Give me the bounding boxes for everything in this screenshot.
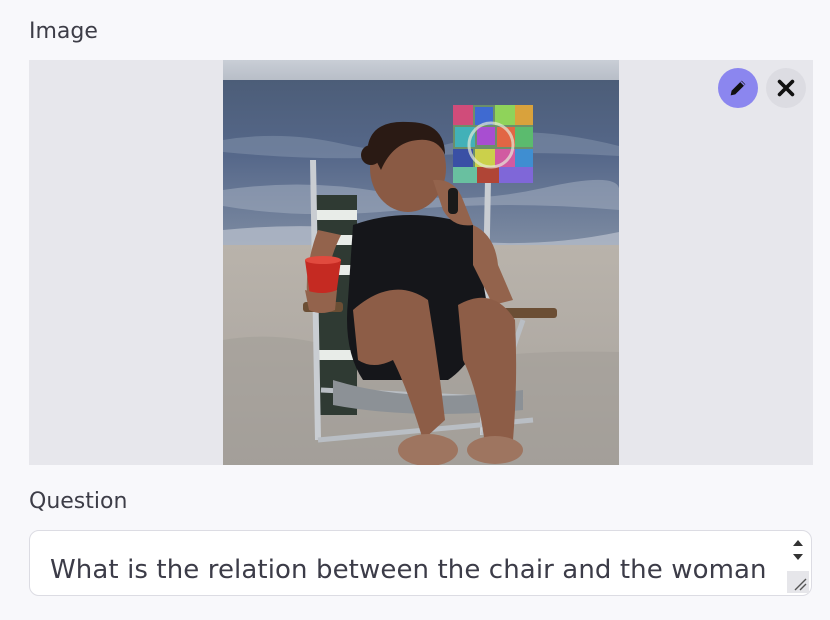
chevron-up-icon[interactable] <box>792 539 804 547</box>
remove-image-button[interactable] <box>766 68 806 108</box>
close-icon <box>777 79 795 97</box>
image-viewer <box>29 60 813 465</box>
textarea-scroll-arrows[interactable] <box>791 539 805 561</box>
question-section-label: Question <box>29 489 128 514</box>
question-textarea[interactable]: What is the relation between the chair a… <box>29 530 812 596</box>
image-section-label: Image <box>29 19 98 44</box>
resize-grip-icon <box>794 578 807 591</box>
question-text: What is the relation between the chair a… <box>50 555 767 585</box>
pencil-icon <box>730 80 746 96</box>
edit-button[interactable] <box>718 68 758 108</box>
beach-photo <box>223 60 619 465</box>
chevron-down-icon[interactable] <box>792 553 804 561</box>
resize-handle[interactable] <box>787 571 809 593</box>
